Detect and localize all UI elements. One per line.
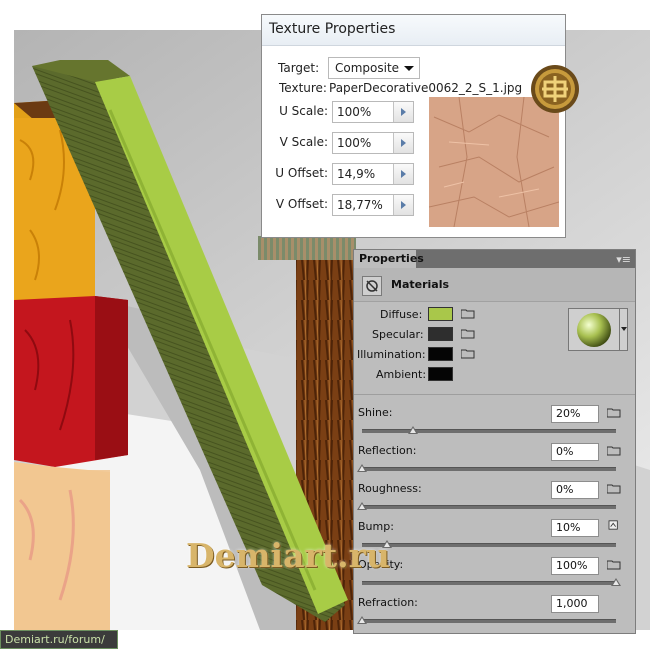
shine-slider-track[interactable] [362, 429, 616, 433]
footer-forum-link[interactable]: Demiart.ru/forum/ [0, 630, 118, 649]
panel-header: Properties ▾≡ [354, 250, 635, 268]
properties-panel: Properties ▾≡ Materials Diffuse: Specula… [353, 249, 636, 634]
u-scale-arrow-button[interactable] [393, 102, 413, 122]
roughness-slider-thumb[interactable] [357, 502, 367, 510]
opacity-folder-icon[interactable] [607, 560, 621, 570]
roughness-slider-track[interactable] [362, 505, 616, 509]
shine-label: Shine: [358, 406, 393, 419]
watermark-text: Demiart.ru [186, 536, 390, 575]
target-value: Composite [335, 61, 400, 75]
texture-label: Texture: [279, 81, 327, 95]
opacity-input[interactable]: 100% [551, 557, 599, 575]
reflection-slider-thumb[interactable] [357, 464, 367, 472]
v-offset-value: 18,77% [337, 198, 383, 212]
materials-title: Materials [391, 278, 450, 291]
refraction-input[interactable]: 1,000 [551, 595, 599, 613]
u-offset-label: U Offset: [275, 166, 328, 180]
bump-texture-icon[interactable] [607, 520, 621, 530]
u-scale-value: 100% [337, 105, 372, 119]
roughness-folder-icon[interactable] [607, 484, 621, 494]
u-offset-value: 14,9% [337, 167, 376, 181]
v-scale-arrow-button[interactable] [393, 133, 413, 153]
u-scale-label: U Scale: [279, 104, 328, 118]
v-offset-arrow-button[interactable] [393, 195, 413, 215]
divider [354, 394, 635, 395]
refraction-label: Refraction: [358, 596, 418, 609]
target-label: Target: [278, 61, 320, 75]
chevron-down-icon [404, 66, 414, 71]
target-dropdown[interactable]: Composite [328, 57, 420, 79]
u-scale-field[interactable]: 100% [332, 101, 414, 123]
reflection-folder-icon[interactable] [607, 446, 621, 456]
ambient-label: Ambient: [376, 368, 427, 381]
v-offset-label: V Offset: [275, 197, 328, 211]
v-offset-field[interactable]: 18,77% [332, 194, 414, 216]
v-scale-label: V Scale: [279, 135, 328, 149]
specular-label: Specular: [372, 328, 424, 341]
bump-slider-track[interactable] [362, 543, 616, 547]
reflection-slider-track[interactable] [362, 467, 616, 471]
tab-properties[interactable]: Properties [354, 250, 424, 268]
specular-swatch[interactable] [428, 327, 453, 341]
specular-folder-icon[interactable] [461, 329, 475, 339]
refraction-slider-thumb[interactable] [357, 616, 367, 624]
roughness-input[interactable]: 0% [551, 481, 599, 499]
ambient-swatch[interactable] [428, 367, 453, 381]
shine-folder-icon[interactable] [607, 408, 621, 418]
material-preview-ball[interactable] [568, 308, 620, 351]
shine-slider-thumb[interactable] [407, 426, 418, 434]
materials-header: Materials [354, 268, 635, 302]
texture-filename: PaperDecorative0062_2_S_1.jpg [329, 81, 523, 95]
dialog-title: Texture Properties [269, 21, 396, 37]
u-offset-field[interactable]: 14,9% [332, 163, 414, 185]
illumination-label: Illumination: [357, 348, 426, 361]
illumination-folder-icon[interactable] [461, 349, 475, 359]
materials-icon [362, 276, 382, 296]
opacity-slider-track[interactable] [362, 581, 616, 585]
reflection-label: Reflection: [358, 444, 417, 457]
opacity-slider-thumb[interactable] [611, 578, 621, 586]
bump-label: Bump: [358, 520, 394, 533]
shine-input[interactable]: 20% [551, 405, 599, 423]
diffuse-swatch[interactable] [428, 307, 453, 321]
roughness-label: Roughness: [358, 482, 422, 495]
panel-menu-icon[interactable]: ▾≡ [616, 253, 631, 266]
v-scale-value: 100% [337, 136, 372, 150]
texture-properties-dialog: Texture Properties Target: Composite Tex… [261, 14, 566, 238]
material-preview-menu-button[interactable] [620, 308, 628, 351]
diffuse-folder-icon[interactable] [461, 309, 475, 319]
diffuse-label: Diffuse: [380, 308, 423, 321]
illumination-swatch[interactable] [428, 347, 453, 361]
texture-preview [429, 97, 559, 227]
reflection-input[interactable]: 0% [551, 443, 599, 461]
u-offset-arrow-button[interactable] [393, 164, 413, 184]
v-scale-field[interactable]: 100% [332, 132, 414, 154]
bump-input[interactable]: 10% [551, 519, 599, 537]
demiart-logo [531, 65, 579, 113]
refraction-slider-track[interactable] [362, 619, 616, 623]
